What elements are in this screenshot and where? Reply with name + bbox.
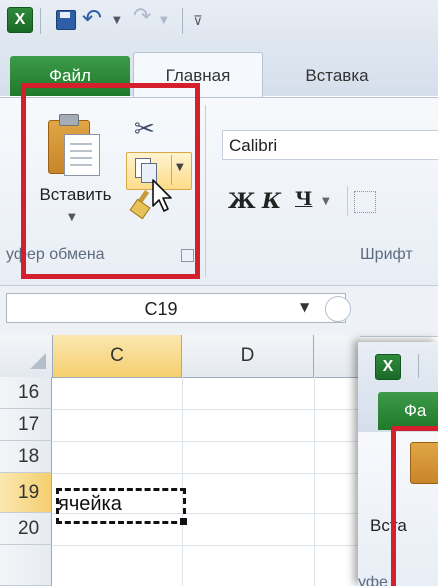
redo-icon[interactable]: ↷	[133, 4, 151, 29]
row-header-18[interactable]: 18	[0, 441, 52, 473]
customize-toolbar-icon[interactable]: ⊽	[193, 14, 203, 29]
name-box[interactable]: C19	[6, 293, 346, 323]
formula-bar-resize-icon[interactable]	[325, 296, 351, 322]
inset-screenshot: X Фа Вста уфе	[358, 342, 438, 586]
name-box-dropdown-icon[interactable]: ▼	[300, 300, 309, 314]
toolbar-separator	[418, 354, 419, 378]
row-header-16[interactable]: 16	[0, 377, 52, 409]
save-icon[interactable]	[56, 10, 76, 30]
row-header-21[interactable]	[0, 545, 52, 586]
grid-line	[314, 377, 315, 586]
undo-icon[interactable]: ↶	[82, 4, 102, 32]
inset-group-label: уфе	[358, 574, 388, 586]
row-header-19[interactable]: 19	[0, 473, 52, 513]
grid-line	[182, 377, 183, 586]
row-header-20[interactable]: 20	[0, 513, 52, 545]
font-name-field[interactable]: Calibri	[222, 130, 438, 160]
bold-button[interactable]: Ж	[228, 188, 256, 213]
toolbar-separator	[40, 8, 41, 34]
group-separator	[347, 186, 348, 216]
italic-button[interactable]: К	[262, 188, 281, 213]
fill-handle[interactable]	[180, 518, 187, 525]
inset-tab-file: Фа	[378, 392, 438, 430]
group-separator	[205, 105, 206, 277]
undo-dropdown-icon[interactable]: ▼	[113, 15, 121, 26]
redo-dropdown-icon[interactable]: ▼	[160, 15, 168, 26]
clipboard-highlight-frame	[21, 83, 200, 279]
tab-insert[interactable]: Вставка	[282, 56, 392, 96]
underline-dropdown-icon[interactable]: ▼	[322, 196, 330, 207]
row-header-17[interactable]: 17	[0, 409, 52, 441]
inset-highlight-frame	[391, 426, 438, 586]
column-header-c[interactable]: C	[52, 335, 182, 377]
select-all-icon	[30, 353, 46, 369]
toolbar-separator	[182, 8, 183, 34]
underline-button[interactable]: Ч	[295, 188, 312, 210]
font-group-label: Шрифт	[360, 246, 413, 263]
inset-excel-logo-icon: X	[375, 354, 401, 380]
excel-logo-icon[interactable]: X	[7, 7, 33, 33]
column-header-d[interactable]: D	[182, 335, 314, 377]
borders-icon[interactable]	[354, 191, 376, 213]
copy-marquee	[56, 488, 186, 524]
